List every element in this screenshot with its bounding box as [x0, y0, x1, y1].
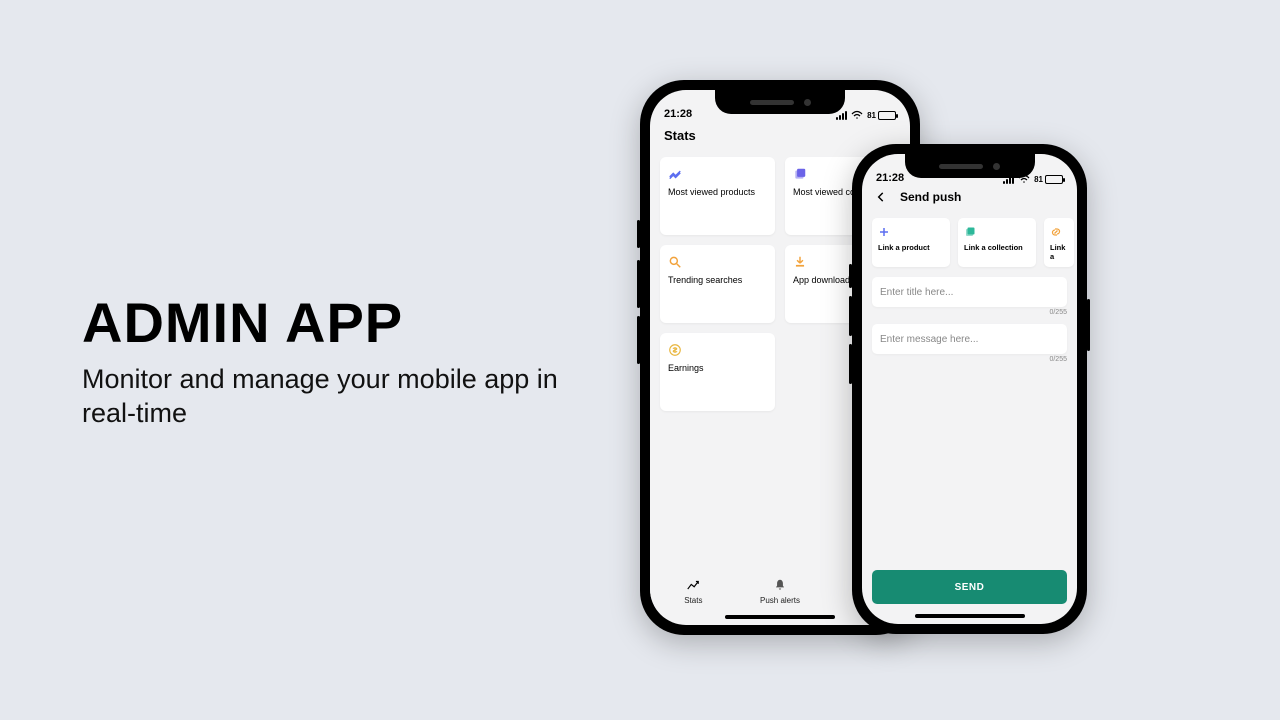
- link-icon: [1050, 226, 1062, 238]
- trend-line-icon: [668, 167, 682, 181]
- tab-label: Stats: [684, 596, 702, 605]
- battery-indicator: 81: [867, 111, 896, 120]
- placeholder-text: Enter message here...: [880, 334, 978, 345]
- wifi-icon: [851, 110, 863, 120]
- send-button-label: SEND: [955, 582, 985, 593]
- status-time: 21:28: [664, 108, 692, 120]
- back-icon[interactable]: [874, 190, 888, 204]
- card-trending-searches[interactable]: Trending searches: [660, 245, 775, 323]
- tab-stats[interactable]: Stats: [650, 571, 737, 611]
- title-char-counter: 0/255: [862, 307, 1077, 320]
- collection-icon: [964, 226, 976, 238]
- chip-label: Link a: [1050, 243, 1068, 261]
- bell-icon: [773, 578, 787, 594]
- card-label: Most viewed products: [668, 187, 767, 198]
- placeholder-text: Enter title here...: [880, 287, 953, 298]
- chip-link-product[interactable]: Link a product: [872, 218, 950, 267]
- dollar-circle-icon: [668, 343, 682, 357]
- link-options-row: Link a product Link a collection Link a: [862, 210, 1077, 273]
- message-char-counter: 0/255: [862, 354, 1077, 367]
- card-label: Earnings: [668, 363, 767, 374]
- status-time: 21:28: [876, 172, 904, 184]
- home-indicator: [915, 614, 1025, 618]
- tab-push-alerts[interactable]: Push alerts: [737, 571, 824, 611]
- card-label: Trending searches: [668, 275, 767, 286]
- chip-link-url[interactable]: Link a: [1044, 218, 1074, 267]
- send-button[interactable]: SEND: [872, 570, 1067, 604]
- chip-link-collection[interactable]: Link a collection: [958, 218, 1036, 267]
- battery-indicator: 81: [1034, 175, 1063, 184]
- download-icon: [793, 255, 807, 269]
- page-subtitle: Monitor and manage your mobile app in re…: [82, 363, 602, 431]
- screen-title: Stats: [650, 122, 910, 151]
- search-icon: [668, 255, 682, 269]
- chip-label: Link a collection: [964, 243, 1030, 252]
- tab-label: Push alerts: [760, 596, 800, 605]
- phone-mockup-send-push: 21:28 81 Send push: [852, 144, 1087, 634]
- marketing-copy: ADMIN APP Monitor and manage your mobile…: [82, 290, 602, 431]
- home-indicator: [725, 615, 835, 619]
- stats-icon: [686, 578, 700, 594]
- card-most-viewed-products[interactable]: Most viewed products: [660, 157, 775, 235]
- page-title: ADMIN APP: [82, 290, 602, 355]
- chip-label: Link a product: [878, 243, 944, 252]
- card-earnings[interactable]: Earnings: [660, 333, 775, 411]
- push-title-input[interactable]: Enter title here...: [872, 277, 1067, 307]
- collection-icon: [793, 167, 807, 181]
- cellular-signal-icon: [836, 111, 847, 120]
- plus-icon: [878, 226, 890, 238]
- push-message-input[interactable]: Enter message here...: [872, 324, 1067, 354]
- screen-title: Send push: [900, 190, 961, 204]
- screen-header: Send push: [862, 186, 1077, 210]
